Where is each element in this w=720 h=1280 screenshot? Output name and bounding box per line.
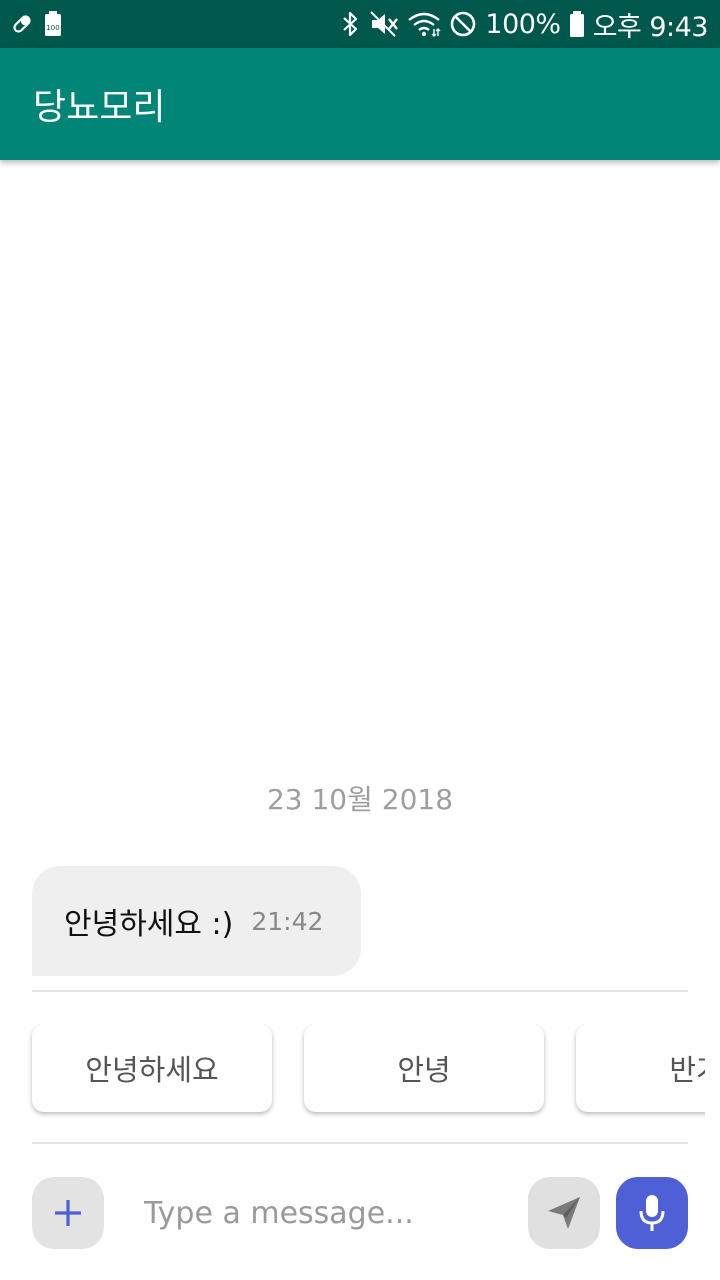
do-not-disturb-icon bbox=[449, 10, 477, 38]
send-icon bbox=[544, 1193, 584, 1233]
date-header: 23 10월 2018 bbox=[266, 783, 454, 816]
status-time: 오후 9:43 bbox=[592, 11, 709, 43]
pill-icon bbox=[10, 12, 34, 36]
divider bbox=[32, 1142, 688, 1144]
quick-replies[interactable]: 안녕하세요 안녕 반가 bbox=[0, 1024, 705, 1124]
quick-reply-chip[interactable]: 안녕하세요 bbox=[32, 1024, 272, 1112]
add-attachment-button[interactable] bbox=[32, 1177, 104, 1249]
message-text: 안녕하세요 :) bbox=[64, 907, 234, 942]
divider bbox=[32, 990, 688, 992]
svg-text:100: 100 bbox=[46, 24, 59, 32]
bluetooth-icon bbox=[341, 10, 361, 38]
battery-100-icon: 100 bbox=[44, 11, 62, 37]
app-title: 당뇨모리 bbox=[33, 87, 166, 128]
send-button[interactable] bbox=[528, 1177, 600, 1249]
message-time: 21:42 bbox=[251, 906, 324, 936]
status-bar: 100 100% 오후 9:43 bbox=[0, 0, 720, 48]
status-left: 100 bbox=[10, 11, 62, 37]
status-right: 100% 오후 9:43 bbox=[341, 5, 709, 44]
message-bubble: 안녕하세요 :) 21:42 bbox=[32, 866, 361, 976]
quick-reply-chip[interactable]: 반가 bbox=[576, 1024, 705, 1112]
wifi-icon bbox=[407, 10, 441, 38]
app-bar: 당뇨모리 bbox=[0, 48, 720, 160]
message-input[interactable] bbox=[130, 1180, 510, 1246]
quick-reply-chip[interactable]: 안녕 bbox=[304, 1024, 544, 1112]
battery-percent: 100% bbox=[485, 8, 561, 40]
mute-icon bbox=[369, 10, 399, 38]
mic-button[interactable] bbox=[616, 1177, 688, 1249]
mic-icon bbox=[636, 1193, 668, 1233]
plus-icon bbox=[52, 1197, 84, 1229]
battery-icon bbox=[569, 10, 585, 38]
